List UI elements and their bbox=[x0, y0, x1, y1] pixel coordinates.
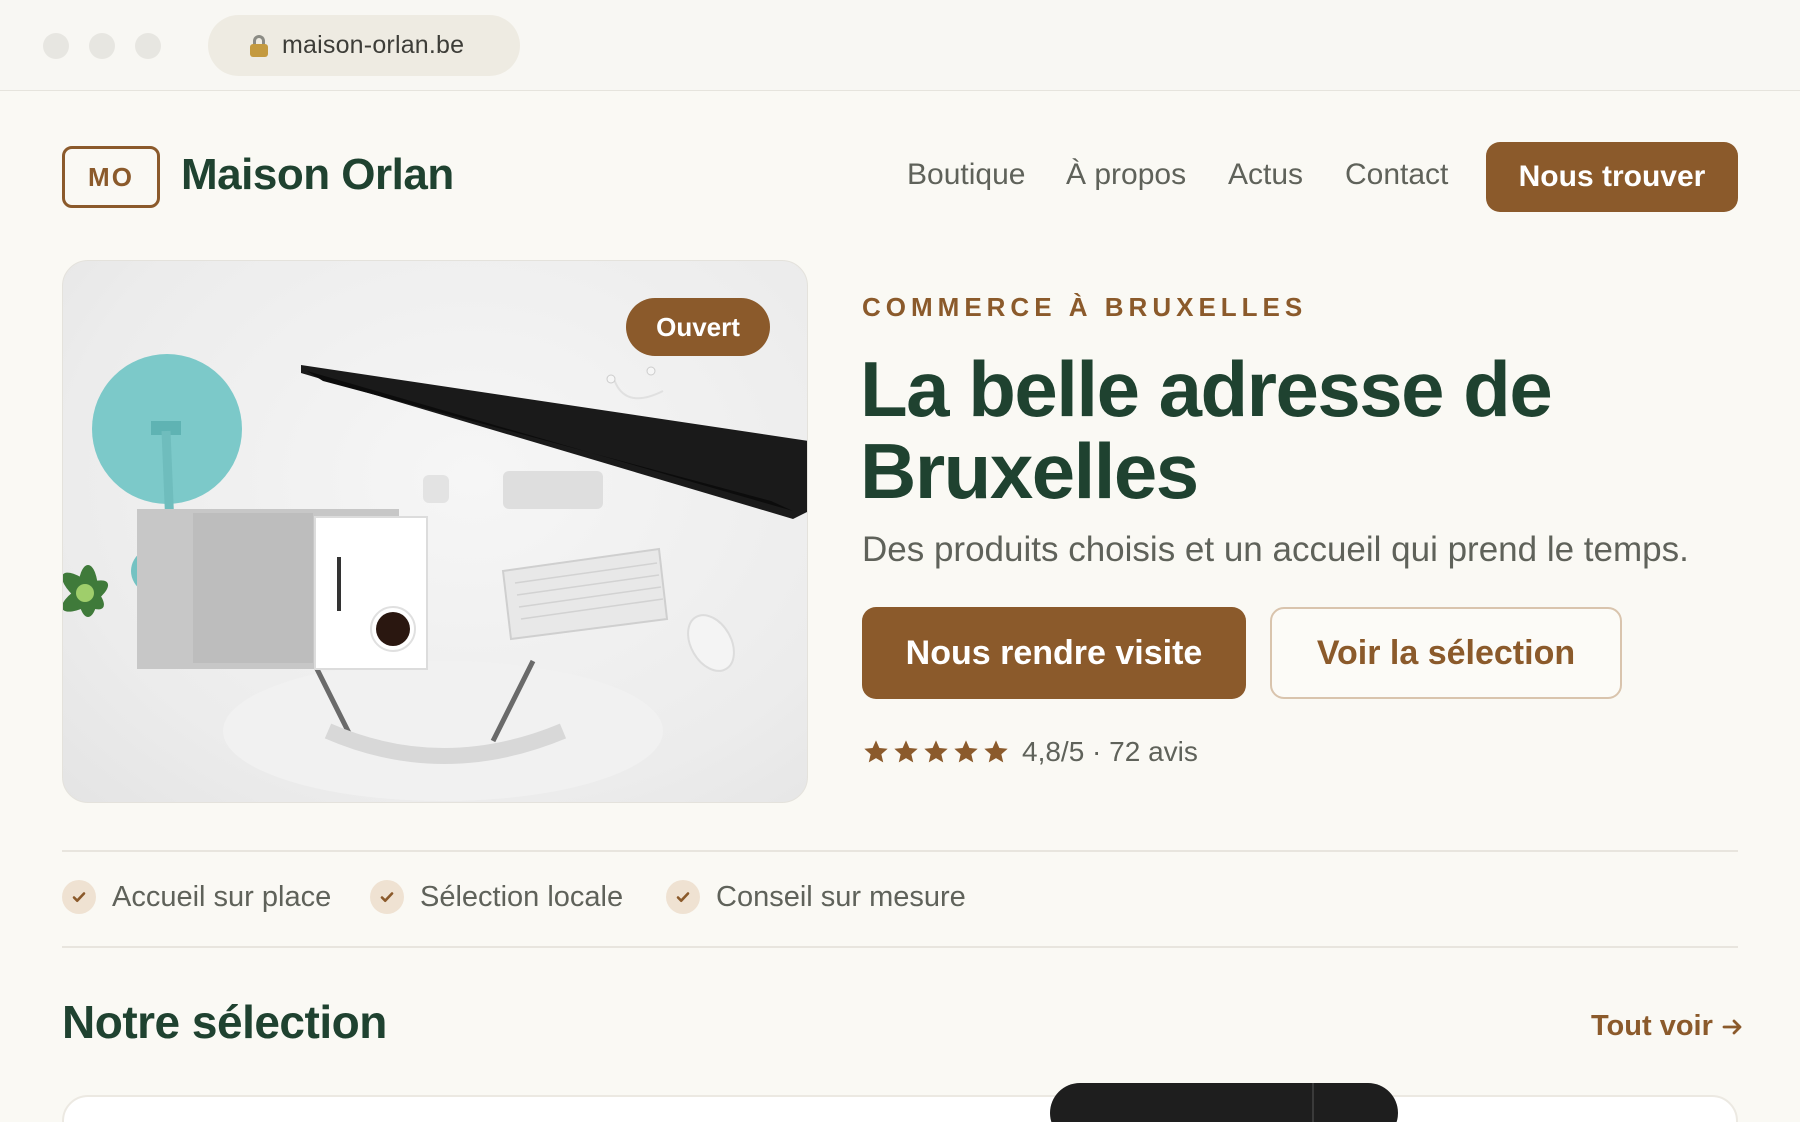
nav-link-a-propos[interactable]: À propos bbox=[1066, 158, 1186, 192]
star-icon bbox=[924, 740, 948, 763]
hero-subtitle: Des produits choisis et un accueil qui p… bbox=[862, 530, 1689, 569]
product-card[interactable] bbox=[62, 1095, 1738, 1122]
check-icon bbox=[62, 880, 96, 914]
star-icon bbox=[954, 740, 978, 763]
find-us-button[interactable]: Nous trouver bbox=[1486, 142, 1738, 212]
see-all-label: Tout voir bbox=[1591, 1010, 1713, 1042]
divider bbox=[62, 946, 1738, 948]
check-icon bbox=[370, 880, 404, 914]
hero-title: La belle adresse de Bruxelles bbox=[860, 345, 1553, 515]
see-all-link[interactable]: Tout voir bbox=[1591, 1010, 1745, 1043]
floating-toolbar[interactable] bbox=[1050, 1083, 1398, 1122]
window-maximize-button[interactable] bbox=[135, 33, 161, 59]
divider bbox=[62, 850, 1738, 852]
window-minimize-button[interactable] bbox=[89, 33, 115, 59]
check-icon bbox=[666, 880, 700, 914]
star-icon bbox=[864, 740, 888, 763]
section-title: Notre sélection bbox=[62, 996, 387, 1048]
feature-label: Conseil sur mesure bbox=[716, 880, 966, 913]
url-text: maison-orlan.be bbox=[282, 31, 465, 59]
hero-eyebrow: COMMERCE À BRUXELLES bbox=[862, 292, 1308, 322]
arrow-right-icon bbox=[1722, 1019, 1742, 1034]
feature-item: Accueil sur place bbox=[62, 880, 331, 914]
nav-link-actus[interactable]: Actus bbox=[1228, 158, 1303, 192]
feature-item: Conseil sur mesure bbox=[666, 880, 966, 914]
nav-link-boutique[interactable]: Boutique bbox=[907, 158, 1025, 192]
star-icon bbox=[984, 740, 1008, 763]
visit-us-button[interactable]: Nous rendre visite bbox=[862, 607, 1246, 699]
feature-item: Sélection locale bbox=[370, 880, 623, 914]
rating-text: 4,8/5 · 72 avis bbox=[1022, 736, 1198, 767]
window-close-button[interactable] bbox=[43, 33, 69, 59]
open-status-badge: Ouvert bbox=[626, 298, 770, 356]
browser-chrome: maison-orlan.be bbox=[0, 0, 1800, 91]
rating: 4,8/5 · 72 avis bbox=[862, 736, 1198, 768]
star-rating bbox=[862, 738, 1010, 766]
address-bar[interactable]: maison-orlan.be bbox=[208, 15, 520, 76]
lock-icon bbox=[250, 34, 268, 57]
feature-label: Accueil sur place bbox=[112, 880, 332, 913]
nav-link-contact[interactable]: Contact bbox=[1345, 158, 1448, 192]
feature-label: Sélection locale bbox=[420, 880, 624, 913]
star-icon bbox=[894, 740, 918, 763]
see-selection-button[interactable]: Voir la sélection bbox=[1270, 607, 1622, 699]
